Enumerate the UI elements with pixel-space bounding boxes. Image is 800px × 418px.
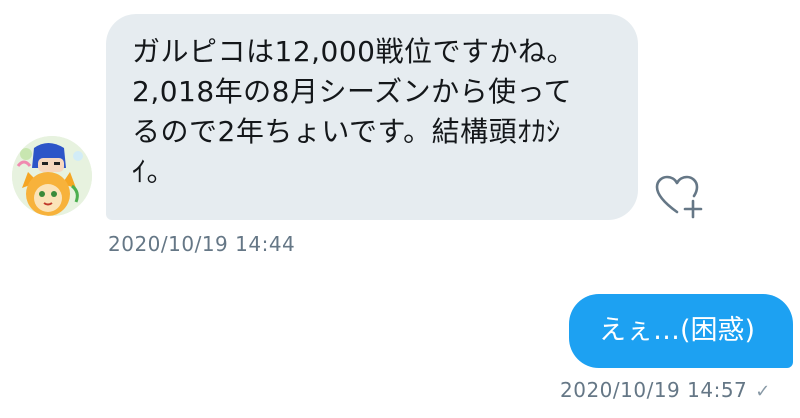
- received-timestamp: 2020/10/19 14:44: [108, 232, 296, 256]
- received-message-bubble[interactable]: ガルピコは12,000戦位ですかね。 2,018年の8月シーズンから使って るの…: [106, 14, 638, 220]
- sent-timestamp-row: 2020/10/19 14:57 ✓: [560, 378, 771, 402]
- check-icon: ✓: [755, 381, 771, 402]
- heart-plus-icon[interactable]: [651, 172, 707, 222]
- sent-timestamp: 2020/10/19 14:57: [560, 378, 748, 402]
- user-avatar-icon[interactable]: [12, 136, 92, 216]
- sent-message-bubble[interactable]: えぇ…(困惑): [569, 294, 793, 368]
